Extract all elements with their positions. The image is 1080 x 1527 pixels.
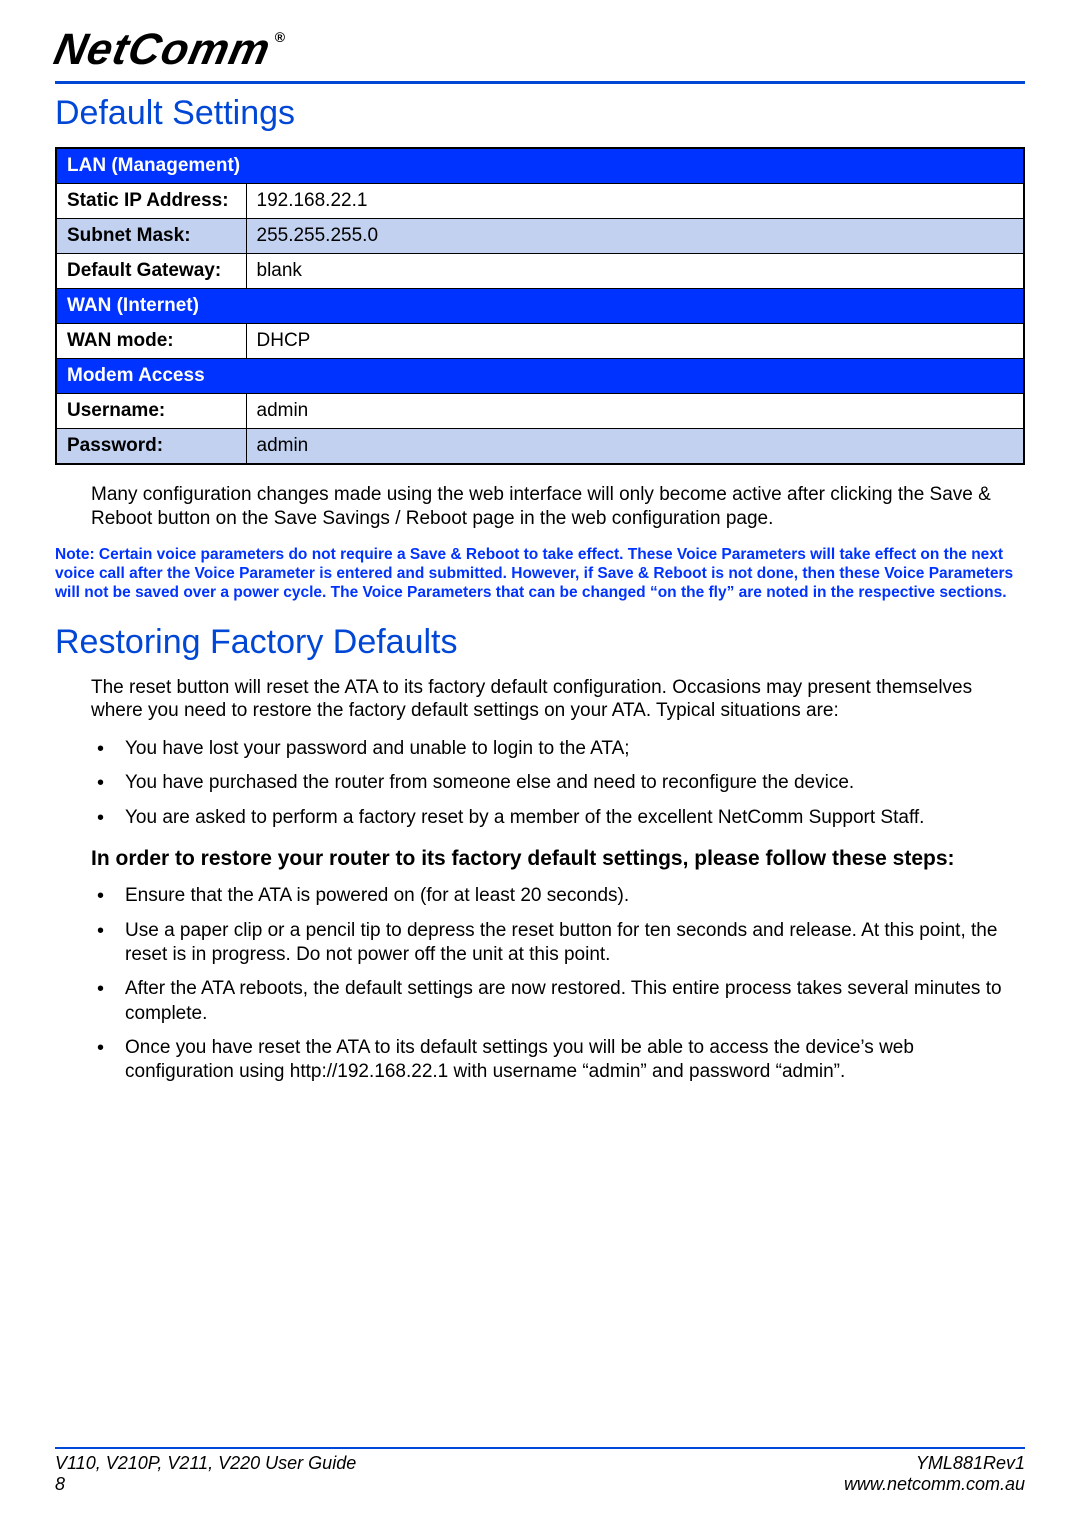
subnet-value: 255.255.255.0 — [246, 219, 1024, 254]
table-row: Username: admin — [56, 394, 1024, 429]
list-item: You are asked to perform a factory reset… — [91, 806, 1025, 830]
section-modem-label: Modem Access — [56, 359, 1024, 394]
username-value: admin — [246, 394, 1024, 429]
table-row: Static IP Address: 192.168.22.1 — [56, 184, 1024, 219]
section-wan-label: WAN (Internet) — [56, 289, 1024, 324]
list-item: Use a paper clip or a pencil tip to depr… — [91, 919, 1025, 968]
list-item: After the ATA reboots, the default setti… — [91, 977, 1025, 1026]
footer-url: www.netcomm.com.au — [844, 1474, 1025, 1495]
brand-logo: NetComm® — [50, 25, 287, 75]
steps-list: Ensure that the ATA is powered on (for a… — [91, 884, 1025, 1084]
page-footer: V110, V210P, V211, V220 User Guide YML88… — [55, 1447, 1025, 1495]
wanmode-value: DHCP — [246, 324, 1024, 359]
list-item: You have purchased the router from someo… — [91, 771, 1025, 795]
subnet-label: Subnet Mask: — [56, 219, 246, 254]
steps-heading: In order to restore your router to its f… — [91, 846, 1025, 872]
heading-restoring: Restoring Factory Defaults — [55, 623, 1025, 662]
brand-text: NetComm — [50, 25, 275, 74]
list-item: Once you have reset the ATA to its defau… — [91, 1036, 1025, 1085]
config-note: Many configuration changes made using th… — [91, 483, 1025, 531]
section-wan: WAN (Internet) — [56, 289, 1024, 324]
wanmode-label: WAN mode: — [56, 324, 246, 359]
table-row: Password: admin — [56, 429, 1024, 465]
reset-intro: The reset button will reset the ATA to i… — [91, 676, 1025, 724]
gateway-label: Default Gateway: — [56, 254, 246, 289]
section-lan-label: LAN (Management) — [56, 148, 1024, 184]
footer-guide: V110, V210P, V211, V220 User Guide — [55, 1453, 356, 1474]
list-item: Ensure that the ATA is powered on (for a… — [91, 884, 1025, 908]
situations-list: You have lost your password and unable t… — [91, 737, 1025, 830]
table-row: WAN mode: DHCP — [56, 324, 1024, 359]
settings-table: LAN (Management) Static IP Address: 192.… — [55, 147, 1025, 465]
footer-rev: YML881Rev1 — [916, 1453, 1025, 1474]
static-ip-value: 192.168.22.1 — [246, 184, 1024, 219]
section-modem: Modem Access — [56, 359, 1024, 394]
list-item: You have lost your password and unable t… — [91, 737, 1025, 761]
footer-page: 8 — [55, 1474, 65, 1495]
password-label: Password: — [56, 429, 246, 465]
table-row: Subnet Mask: 255.255.255.0 — [56, 219, 1024, 254]
username-label: Username: — [56, 394, 246, 429]
section-lan: LAN (Management) — [56, 148, 1024, 184]
gateway-value: blank — [246, 254, 1024, 289]
voice-note: Note: Certain voice parameters do not re… — [55, 545, 1025, 603]
password-value: admin — [246, 429, 1024, 465]
heading-default-settings: Default Settings — [55, 94, 1025, 133]
static-ip-label: Static IP Address: — [56, 184, 246, 219]
header-rule — [55, 81, 1025, 84]
table-row: Default Gateway: blank — [56, 254, 1024, 289]
registered-mark: ® — [275, 29, 286, 45]
